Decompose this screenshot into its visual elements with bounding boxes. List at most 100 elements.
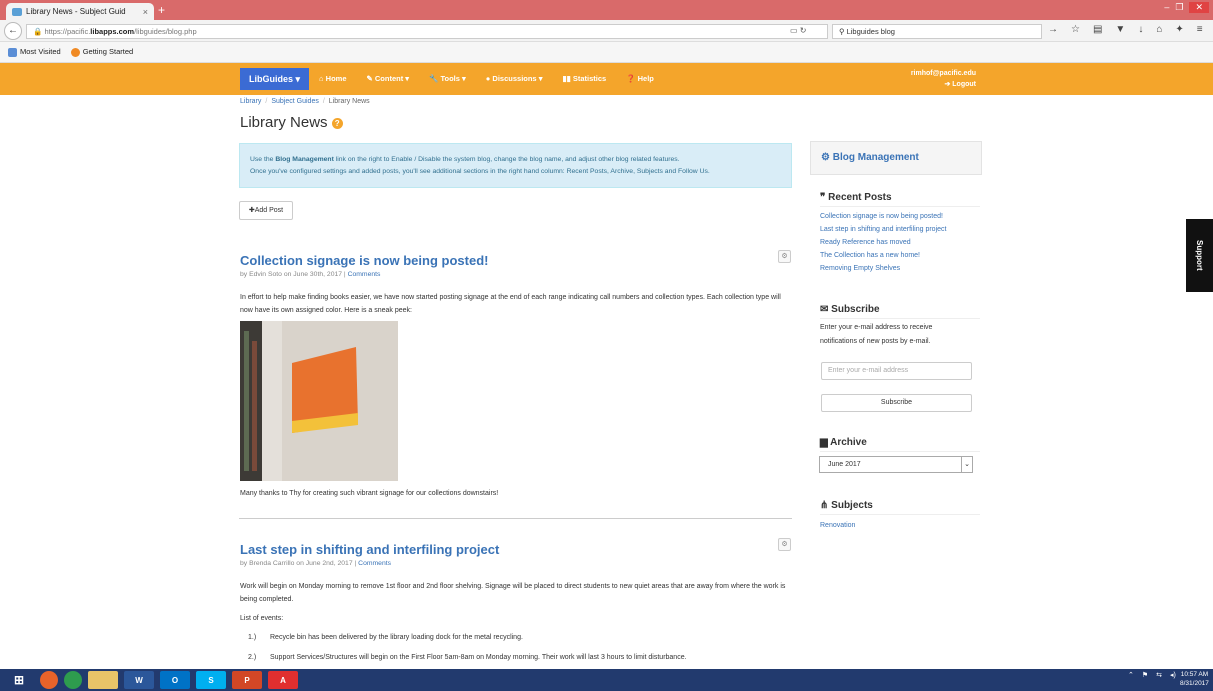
extension-icon[interactable]: ✦ bbox=[1175, 24, 1183, 35]
nav-tools[interactable]: 🔧 Tools ▾ bbox=[419, 68, 476, 90]
tray-arrow-icon[interactable]: ⌃ bbox=[1128, 671, 1134, 679]
skype-icon[interactable]: S bbox=[196, 671, 226, 689]
libguides-nav: LibGuides ▾ ⌂ Home ✎ Content ▾ 🔧 Tools ▾… bbox=[240, 68, 664, 90]
subscribe-button[interactable]: Subscribe bbox=[821, 394, 972, 412]
user-box: rimhof@pacific.edu ➔ Logout bbox=[880, 68, 976, 90]
url-path: /libguides/blog.php bbox=[134, 27, 197, 36]
menu-icon[interactable]: ≡ bbox=[1197, 24, 1203, 35]
question-icon: ❓ bbox=[626, 74, 638, 83]
download-icon[interactable]: ↓ bbox=[1138, 24, 1143, 35]
bookmark-star-icon[interactable]: ☆ bbox=[1071, 24, 1080, 35]
post-byline: by Edvin Soto on June 30th, 2017 | Comme… bbox=[240, 271, 381, 278]
recent-posts-list: Collection signage is now being posted! … bbox=[820, 210, 946, 275]
edit-icon: ✎ bbox=[366, 74, 375, 83]
post-title[interactable]: Collection signage is now being posted! bbox=[240, 253, 488, 268]
blog-management-link-text: Blog Management bbox=[275, 156, 334, 163]
recent-post-link[interactable]: Ready Reference has moved bbox=[820, 236, 946, 249]
url-bar[interactable]: 🔒 https://pacific.libapps.com/libguides/… bbox=[26, 24, 828, 39]
breadcrumb: Library / Subject Guides / Library News bbox=[240, 98, 370, 105]
folder-icon bbox=[8, 47, 17, 57]
powerpoint-icon[interactable]: P bbox=[232, 671, 262, 689]
recent-post-link[interactable]: Removing Empty Shelves bbox=[820, 262, 946, 275]
subject-link[interactable]: Renovation bbox=[820, 519, 855, 532]
close-window-button[interactable]: ✕ bbox=[1189, 2, 1209, 13]
browser-search-input[interactable]: ⚲ Libguides blog bbox=[832, 24, 1042, 39]
breadcrumb-library[interactable]: Library bbox=[240, 98, 261, 105]
subjects-heading: ⋔ Subjects bbox=[820, 500, 980, 515]
back-button[interactable]: ← bbox=[4, 22, 22, 40]
breadcrumb-current: Library News bbox=[328, 98, 370, 105]
breadcrumb-subject-guides[interactable]: Subject Guides bbox=[271, 98, 318, 105]
outlook-icon[interactable]: O bbox=[160, 671, 190, 689]
user-email[interactable]: rimhof@pacific.edu bbox=[880, 68, 976, 79]
bookmark-getting-started[interactable]: Getting Started bbox=[70, 47, 133, 57]
archive-box-icon: ▆ bbox=[820, 437, 831, 448]
subscribe-text: Enter your e-mail address to receive not… bbox=[820, 324, 933, 345]
email-field[interactable]: Enter your e-mail address bbox=[821, 362, 972, 380]
quote-icon: ❞ bbox=[820, 192, 829, 203]
post-byline: by Brenda Carrillo on June 2nd, 2017 | C… bbox=[240, 560, 392, 567]
post-title[interactable]: Last step in shifting and interfiling pr… bbox=[240, 542, 499, 557]
taskbar-apps: ⊞ W O S P A bbox=[4, 671, 298, 689]
nav-home[interactable]: ⌂ Home bbox=[309, 68, 356, 90]
browser-tab[interactable]: Library News - Subject Guid × bbox=[6, 3, 154, 20]
recent-post-link[interactable]: The Collection has a new home! bbox=[820, 249, 946, 262]
maximize-button[interactable]: ❐ bbox=[1175, 2, 1183, 13]
flag-icon[interactable]: ⚑ bbox=[1142, 671, 1148, 679]
recent-posts-heading: ❞ Recent Posts bbox=[820, 192, 980, 207]
logout-link[interactable]: ➔ Logout bbox=[880, 79, 976, 90]
firefox-icon bbox=[70, 47, 80, 57]
event-text: Support Services/Structures will begin o… bbox=[270, 654, 687, 661]
event-number: 1.) bbox=[248, 634, 257, 641]
forward-icon[interactable]: → bbox=[1048, 24, 1058, 35]
word-icon[interactable]: W bbox=[124, 671, 154, 689]
nav-statistics[interactable]: ▮▮ Statistics bbox=[552, 68, 616, 90]
volume-icon[interactable]: ◂) bbox=[1170, 671, 1176, 679]
search-icon: ⚲ bbox=[839, 27, 847, 36]
comments-link[interactable]: Comments bbox=[348, 271, 381, 278]
search-value: Libguides blog bbox=[846, 27, 895, 36]
post-body-closing: Many thanks to Thy for creating such vib… bbox=[240, 490, 499, 497]
chrome-icon[interactable] bbox=[64, 671, 82, 689]
windows-start-icon[interactable]: ⊞ bbox=[4, 671, 34, 689]
libguides-menu[interactable]: LibGuides ▾ bbox=[240, 68, 310, 90]
home-icon[interactable]: ⌂ bbox=[1156, 24, 1162, 35]
post-body: In effort to help make finding books eas… bbox=[240, 294, 781, 314]
nav-content[interactable]: ✎ Content ▾ bbox=[357, 68, 420, 90]
firefox-icon[interactable] bbox=[40, 671, 58, 689]
minimize-button[interactable]: – bbox=[1164, 2, 1169, 13]
bar-chart-icon: ▮▮ bbox=[562, 74, 573, 83]
recent-post-link[interactable]: Last step in shifting and interfiling pr… bbox=[820, 223, 946, 236]
wrench-icon: 🔧 bbox=[429, 74, 441, 83]
blog-management-link[interactable]: ⚙ Blog Management bbox=[810, 141, 982, 175]
post-body: Work will begin on Monday morning to rem… bbox=[240, 583, 786, 603]
page-title: Library News ? bbox=[240, 114, 343, 131]
new-tab-button[interactable]: + bbox=[158, 3, 165, 17]
file-explorer-icon[interactable] bbox=[88, 671, 118, 689]
taskbar-clock[interactable]: 10:57 AM 8/31/2017 bbox=[1180, 670, 1209, 688]
post-settings-gear-icon[interactable]: ⚙ bbox=[778, 250, 791, 263]
window-controls: – ❐ ✕ bbox=[1164, 2, 1209, 13]
acrobat-icon[interactable]: A bbox=[268, 671, 298, 689]
clock-time: 10:57 AM bbox=[1180, 671, 1209, 678]
recent-post-link[interactable]: Collection signage is now being posted! bbox=[820, 210, 946, 223]
tab-close-icon[interactable]: × bbox=[143, 7, 148, 17]
browser-tab-bar bbox=[0, 0, 1213, 20]
post-settings-gear-icon[interactable]: ⚙ bbox=[778, 538, 791, 551]
archive-select[interactable]: June 2017 ⌄ bbox=[819, 456, 973, 473]
support-tab[interactable]: Support bbox=[1186, 219, 1213, 292]
nav-help[interactable]: ❓ Help bbox=[616, 68, 664, 90]
library-icon[interactable]: ▤ bbox=[1093, 24, 1102, 35]
bookmark-most-visited[interactable]: Most Visited bbox=[8, 47, 61, 57]
tab-title: Library News - Subject Guid bbox=[26, 7, 126, 16]
add-post-button[interactable]: ✚Add Post bbox=[239, 201, 293, 220]
nav-discussions[interactable]: ● Discussions ▾ bbox=[476, 68, 553, 90]
home-icon: ⌂ bbox=[319, 74, 326, 83]
comments-link[interactable]: Comments bbox=[358, 560, 391, 567]
reader-view-icon[interactable]: ▭ ↻ bbox=[790, 26, 806, 35]
pocket-icon[interactable]: ▼ bbox=[1115, 24, 1125, 35]
events-heading: List of events: bbox=[240, 615, 284, 622]
network-icon[interactable]: ⇆ bbox=[1156, 671, 1162, 679]
help-question-icon[interactable]: ? bbox=[331, 117, 343, 129]
info-alert: Use the Blog Management link on the righ… bbox=[239, 143, 792, 188]
